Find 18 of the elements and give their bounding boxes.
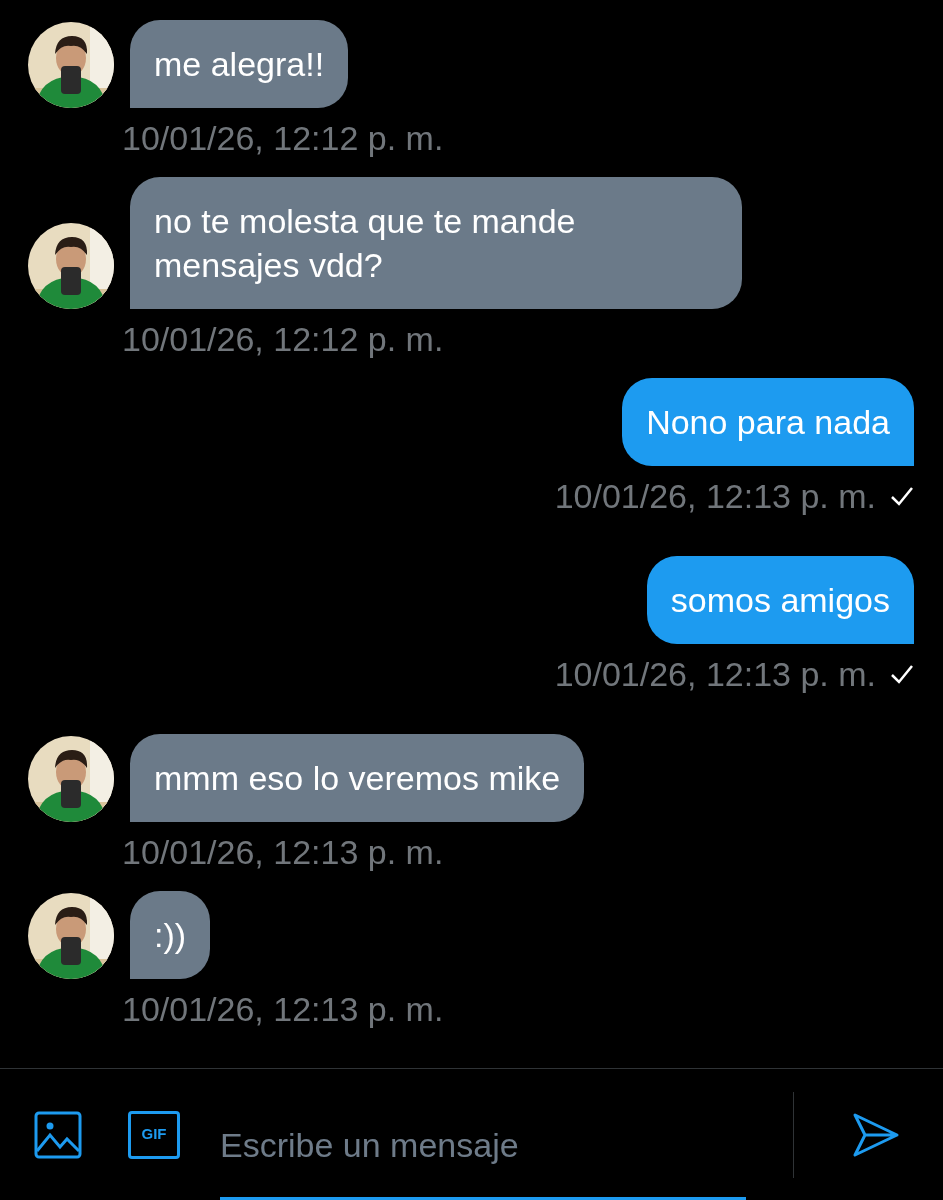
message-bubble: :)) [130, 891, 211, 979]
message-bubble: me alegra!! [130, 20, 349, 108]
message-bubble: mmm eso lo veremos mike [130, 734, 585, 822]
message-bubble: Nono para nada [622, 378, 914, 466]
timestamp: 10/01/26, 12:12 p. m. [122, 321, 444, 357]
timestamp: 10/01/26, 12:13 p. m. [554, 656, 876, 692]
image-button[interactable] [33, 1109, 83, 1160]
checkmark-icon [890, 664, 914, 684]
timestamp: 10/01/26, 12:13 p. m. [122, 991, 444, 1027]
timestamp: 10/01/26, 12:13 p. m. [122, 834, 444, 870]
timestamp: 10/01/26, 12:12 p. m. [122, 120, 444, 156]
timestamp: 10/01/26, 12:13 p. m. [554, 478, 876, 514]
message-bubble: no te molesta que te mande mensajes vdd? [130, 177, 742, 309]
message-bubble: somos amigos [646, 556, 914, 644]
message-field[interactable]: Escribe un mensaje [220, 1093, 746, 1200]
checkmark-icon [890, 486, 914, 506]
gif-button[interactable]: GIF [128, 1110, 180, 1159]
image-icon [34, 1110, 82, 1159]
